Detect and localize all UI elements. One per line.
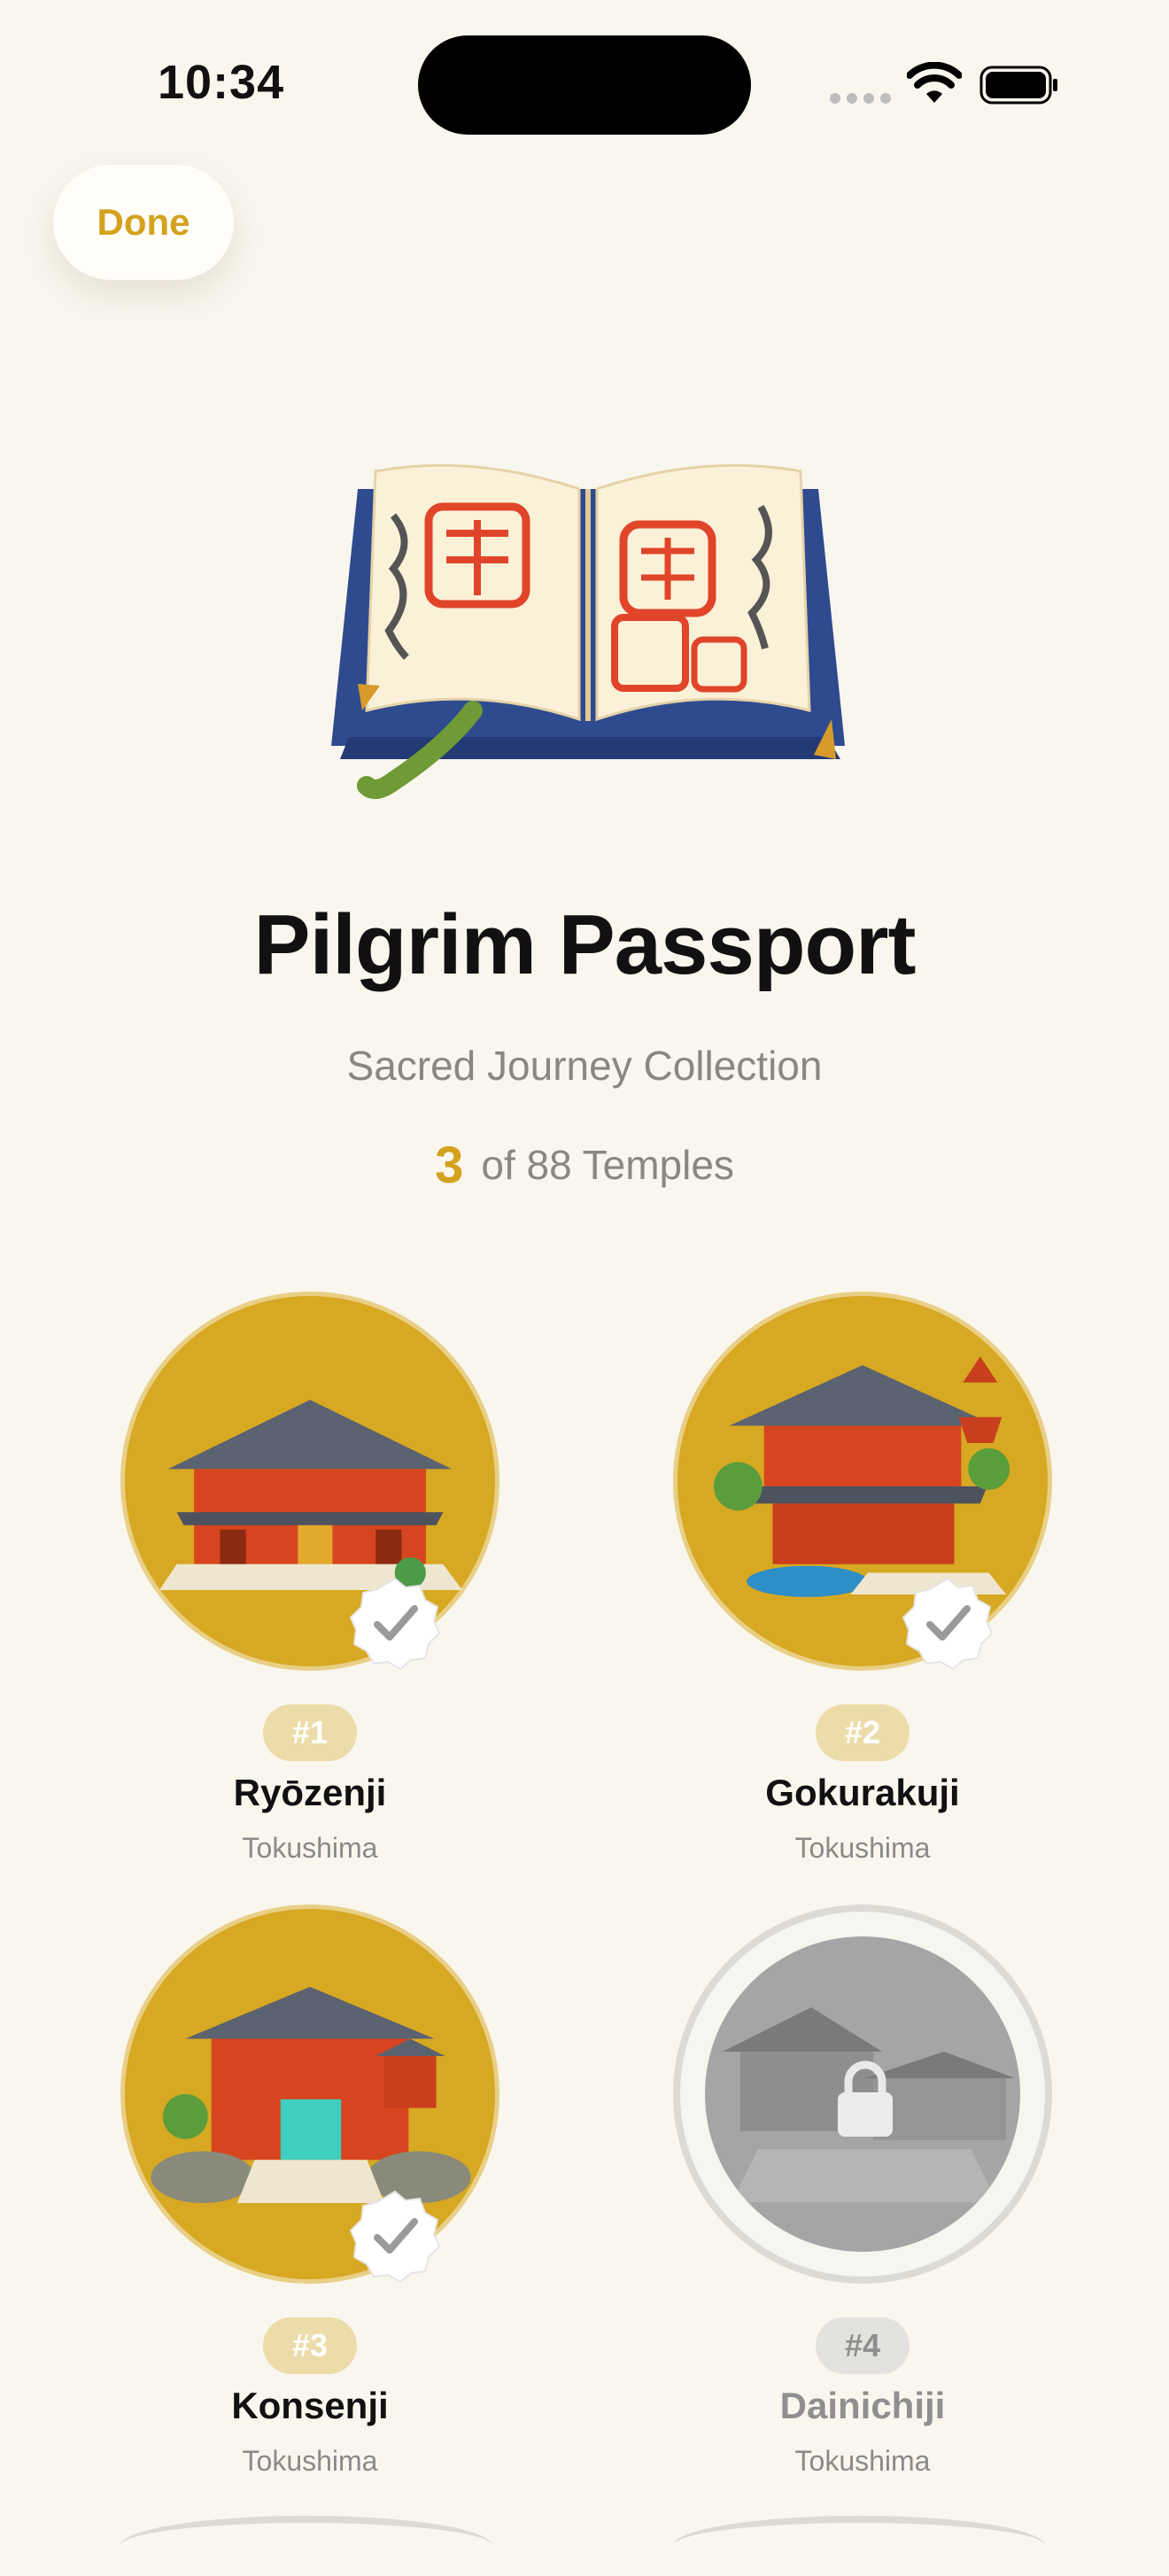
temple-card-4[interactable]: #4 Dainichiji Tokushima: [592, 1905, 1052, 2507]
temple-name: Konsenji: [231, 2385, 389, 2426]
checkmark-badge-icon: [349, 1577, 441, 1671]
status-time: 10:34: [158, 56, 285, 109]
lock-icon: [838, 2060, 893, 2137]
collected-count: 3: [435, 1137, 464, 1194]
temple-card-2[interactable]: #2 Gokurakuji Tokushima: [592, 1292, 1052, 1894]
temple-card-peek: [673, 2516, 1045, 2576]
wifi-icon: [907, 62, 962, 103]
cellular-signal-icon: [830, 93, 891, 104]
done-button[interactable]: Done: [53, 165, 234, 280]
temple-number-badge: #4: [816, 2317, 910, 2374]
temple-region: Tokushima: [242, 1832, 378, 1864]
temple-card-peek: [120, 2516, 492, 2576]
page-title: Pilgrim Passport: [253, 897, 917, 992]
collection-progress: 3 of 88 Temples: [0, 1136, 1169, 1195]
checkmark-badge-icon: [902, 1577, 994, 1671]
temple-region: Tokushima: [242, 2445, 378, 2477]
temple-region: Tokushima: [794, 2445, 931, 2477]
temple-medal-locked: [673, 1905, 1052, 2284]
checkmark-badge-icon: [349, 2190, 441, 2284]
battery-icon: [979, 66, 1057, 105]
temple-name: Gokurakuji: [765, 1772, 960, 1813]
temple-card-1[interactable]: #1 Ryōzenji Tokushima: [39, 1292, 499, 1894]
temple-number-badge: #3: [263, 2317, 357, 2374]
temple-region: Tokushima: [794, 1832, 931, 1864]
temple-card-3[interactable]: #3 Konsenji Tokushima: [39, 1905, 499, 2507]
dynamic-island: [418, 35, 751, 135]
temple-name: Dainichiji: [779, 2385, 946, 2426]
temple-name: Ryōzenji: [233, 1772, 387, 1813]
progress-suffix: of 88 Temples: [481, 1142, 734, 1188]
temple-number-badge: #2: [816, 1704, 910, 1761]
page-subtitle: Sacred Journey Collection: [346, 1043, 823, 1089]
passport-book-icon: [331, 463, 845, 799]
temple-number-badge: #1: [263, 1704, 357, 1761]
